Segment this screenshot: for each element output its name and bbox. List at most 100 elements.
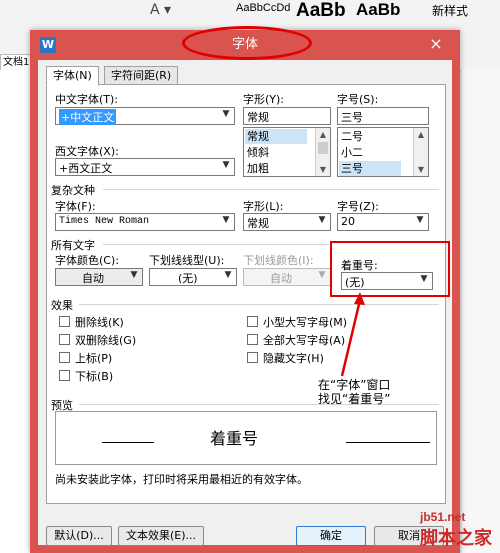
- hidden-text-label[interactable]: 隐藏文字(H): [263, 350, 324, 366]
- size-list-scrollbar[interactable]: ▲ ▼: [413, 128, 428, 176]
- size-option-3[interactable]: 三号: [339, 161, 401, 176]
- chevron-down-icon: ▼: [222, 160, 230, 170]
- strikethrough-checkbox[interactable]: [59, 316, 70, 327]
- chinese-font-label: 中文字体(T):: [55, 93, 119, 106]
- font-not-installed-note: 尚未安装此字体，打印时将采用最相近的有效字体。: [55, 473, 308, 486]
- underline-color-select[interactable]: 自动 ▼: [243, 268, 331, 286]
- annotation-line-2: 找见“着重号”: [318, 392, 391, 406]
- style-option-regular[interactable]: 常规: [245, 129, 307, 144]
- annotation-text: 在“字体”窗口 找见“着重号”: [318, 378, 390, 406]
- style-value: 常规: [247, 111, 269, 124]
- scroll-down-icon[interactable]: ▼: [316, 163, 330, 176]
- preview-box: 着重号: [55, 411, 437, 465]
- watermark: jb51.net 脚本之家: [420, 510, 492, 550]
- western-font-select[interactable]: +西文正文 ▼: [55, 158, 235, 176]
- small-caps-checkbox[interactable]: [247, 316, 258, 327]
- divider: [103, 189, 439, 190]
- complex-style-label: 字形(L):: [243, 200, 284, 213]
- preview-baseline-left: [102, 442, 154, 443]
- underline-color-value: 自动: [270, 272, 292, 285]
- tab-character-spacing[interactable]: 字符间距(R): [104, 66, 179, 86]
- size-list[interactable]: 二号 小二 三号 ▲ ▼: [337, 127, 429, 177]
- complex-font-value: Times New Roman: [59, 216, 150, 227]
- style-list[interactable]: 常规 倾斜 加粗 ▲ ▼: [243, 127, 331, 177]
- size-option-1[interactable]: 二号: [341, 129, 363, 144]
- arrow-line: [340, 299, 362, 377]
- ok-button[interactable]: 确定: [296, 526, 366, 546]
- style-list-scrollbar[interactable]: ▲ ▼: [315, 128, 330, 176]
- chevron-down-icon: ▼: [130, 270, 138, 280]
- size-option-2[interactable]: 小二: [341, 145, 363, 160]
- subscript-label[interactable]: 下标(B): [75, 368, 113, 384]
- chevron-down-icon: ▼: [222, 109, 230, 119]
- complex-style-select[interactable]: 常规 ▼: [243, 213, 331, 231]
- subscript-checkbox[interactable]: [59, 370, 70, 381]
- emphasis-highlight-box: [330, 241, 450, 297]
- style-label: 字形(Y):: [243, 93, 285, 106]
- scroll-up-icon[interactable]: ▲: [414, 128, 428, 141]
- western-font-label: 西文字体(X):: [55, 145, 119, 158]
- underline-style-value: (无): [178, 272, 198, 285]
- watermark-name: 脚本之家: [420, 528, 492, 548]
- underline-color-label: 下划线颜色(I):: [243, 254, 314, 267]
- scroll-down-icon[interactable]: ▼: [414, 163, 428, 176]
- effects-group-label: 效果: [51, 299, 73, 312]
- chevron-down-icon: ▼: [224, 270, 232, 280]
- chinese-font-select[interactable]: +中文正文 ▼: [55, 107, 235, 125]
- divider: [103, 244, 329, 245]
- divider: [79, 304, 439, 305]
- size-label: 字号(S):: [337, 93, 379, 106]
- complex-font-label: 字体(F):: [55, 200, 96, 213]
- annotation-line-1: 在“字体”窗口: [318, 378, 391, 392]
- superscript-label[interactable]: 上标(P): [75, 350, 112, 366]
- underline-style-select[interactable]: (无) ▼: [149, 268, 237, 286]
- chevron-down-icon: ▼: [416, 215, 424, 225]
- complex-font-select[interactable]: Times New Roman ▼: [55, 213, 235, 231]
- strikethrough-label[interactable]: 删除线(K): [75, 314, 124, 330]
- document-page-right: [462, 70, 500, 553]
- format-icon[interactable]: A ▾: [150, 2, 171, 18]
- preview-baseline-right: [346, 442, 430, 443]
- double-strikethrough-label[interactable]: 双删除线(G): [75, 332, 136, 348]
- font-color-label: 字体颜色(C):: [55, 254, 119, 267]
- style-option-bold[interactable]: 加粗: [247, 161, 269, 176]
- watermark-site: jb51.net: [420, 510, 466, 524]
- text-effect-button[interactable]: 文本效果(E)...: [118, 526, 204, 546]
- size-value: 三号: [341, 111, 363, 124]
- style-sample-1[interactable]: AaBbCcDd: [236, 2, 290, 14]
- hidden-text-checkbox[interactable]: [247, 352, 258, 363]
- dialog-client: 字体(N) 字符间距(R) 中文字体(T): 字形(Y): 字号(S): +中文…: [38, 60, 452, 546]
- style-sample-3[interactable]: AaBb: [356, 0, 400, 20]
- arrow-head: [354, 292, 365, 305]
- tab-font[interactable]: 字体(N): [46, 66, 99, 86]
- western-font-value: +西文正文: [59, 162, 113, 175]
- annotation-arrow: [340, 292, 365, 377]
- style-sample-2[interactable]: AaBb: [296, 0, 346, 22]
- font-color-select[interactable]: 自动 ▼: [55, 268, 143, 286]
- complex-group-label: 复杂文种: [51, 184, 95, 197]
- size-input[interactable]: 三号: [337, 107, 429, 125]
- font-color-value: 自动: [82, 272, 104, 285]
- chevron-down-icon: ▼: [222, 215, 230, 225]
- all-text-group-label: 所有文字: [51, 239, 95, 252]
- complex-style-value: 常规: [247, 217, 269, 230]
- chevron-down-icon: ▼: [318, 270, 326, 280]
- complex-size-label: 字号(Z):: [337, 200, 379, 213]
- title-highlight-ellipse: [182, 26, 312, 60]
- new-style-button[interactable]: 新样式: [432, 2, 468, 19]
- scroll-up-icon[interactable]: ▲: [316, 128, 330, 141]
- all-caps-checkbox[interactable]: [247, 334, 258, 345]
- underline-style-label: 下划线线型(U):: [149, 254, 225, 267]
- superscript-checkbox[interactable]: [59, 352, 70, 363]
- chinese-font-value: +中文正文: [59, 109, 117, 125]
- document-page: [0, 70, 30, 553]
- preview-text: 着重号: [210, 429, 259, 448]
- double-strikethrough-checkbox[interactable]: [59, 334, 70, 345]
- style-option-italic[interactable]: 倾斜: [247, 145, 269, 160]
- chevron-down-icon: ▼: [318, 215, 326, 225]
- scroll-thumb[interactable]: [318, 142, 328, 154]
- style-input[interactable]: 常规: [243, 107, 331, 125]
- default-button[interactable]: 默认(D)...: [46, 526, 112, 546]
- complex-size-select[interactable]: 20 ▼: [337, 213, 429, 231]
- close-button[interactable]: ×: [425, 34, 447, 54]
